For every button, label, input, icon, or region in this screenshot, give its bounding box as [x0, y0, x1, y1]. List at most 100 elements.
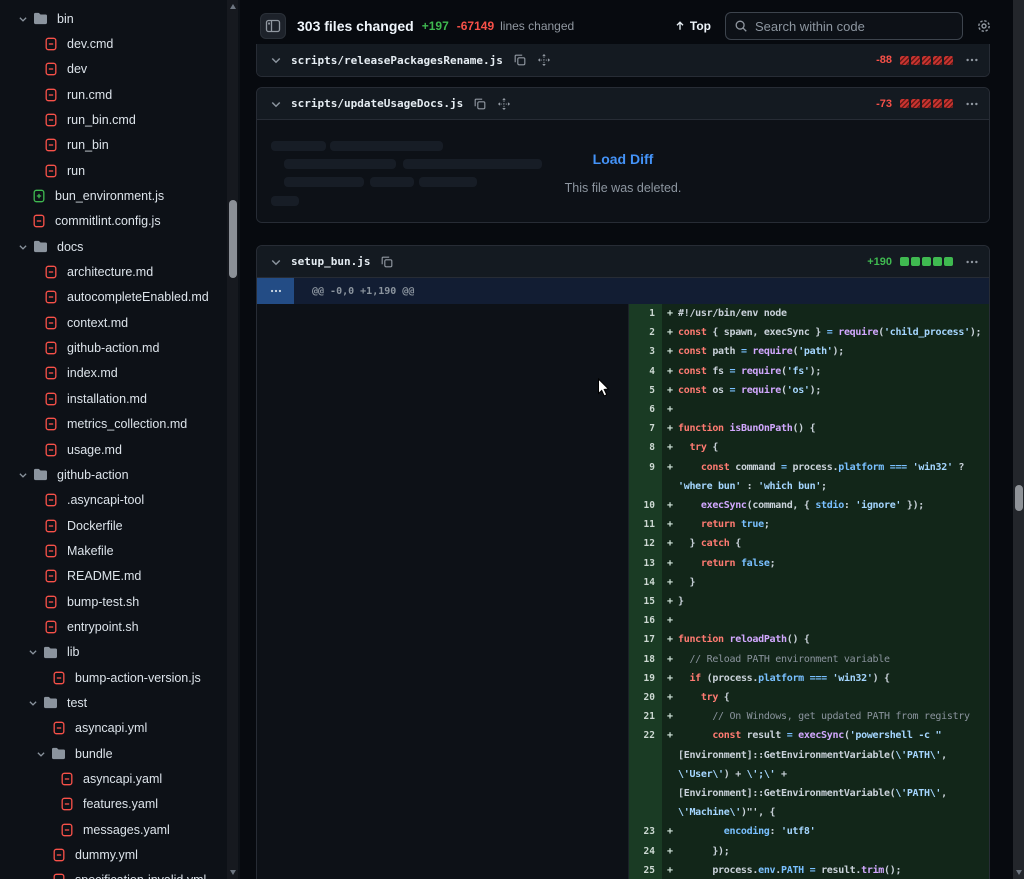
file-name[interactable]: setup_bun.js	[291, 255, 370, 268]
sidebar-scrollbar[interactable]	[227, 0, 238, 879]
addition-marker: +	[662, 630, 678, 649]
search-input[interactable]	[755, 19, 935, 34]
tree-file-item[interactable]: run	[0, 158, 240, 183]
line-number[interactable]: 2	[629, 323, 662, 342]
line-number[interactable]: 5	[629, 381, 662, 400]
line-number[interactable]: 25	[629, 861, 662, 879]
tree-file-item[interactable]: github-action.md	[0, 335, 240, 360]
line-number[interactable]: 22	[629, 726, 662, 822]
tree-file-item[interactable]: bump-test.sh	[0, 589, 240, 614]
tree-file-item[interactable]: entrypoint.sh	[0, 614, 240, 639]
tree-file-item[interactable]: specification-invalid.yml	[0, 868, 240, 879]
tree-file-item[interactable]: context.md	[0, 310, 240, 335]
tree-file-item[interactable]: run_bin	[0, 133, 240, 158]
line-number[interactable]: 12	[629, 534, 662, 553]
tree-folder-item[interactable]: bin	[0, 6, 240, 31]
tree-folder-item[interactable]: lib	[0, 640, 240, 665]
tree-file-item[interactable]: features.yaml	[0, 792, 240, 817]
file-header[interactable]: scripts/releasePackagesRename.js -88	[257, 44, 989, 76]
line-number[interactable]: 7	[629, 419, 662, 438]
file-options-button[interactable]	[965, 255, 979, 269]
line-number[interactable]: 4	[629, 362, 662, 381]
diffstat-block	[933, 56, 942, 65]
scroll-down-arrow-icon[interactable]	[230, 870, 236, 875]
expand-hunk-button[interactable]	[257, 278, 294, 304]
line-number[interactable]: 21	[629, 707, 662, 726]
addition-marker: +	[662, 419, 678, 438]
collapse-button[interactable]	[267, 95, 285, 113]
scroll-to-top-button[interactable]: Top	[674, 19, 711, 33]
line-number[interactable]: 16	[629, 611, 662, 630]
line-number[interactable]: 15	[629, 592, 662, 611]
copy-path-button[interactable]	[380, 255, 394, 269]
tree-file-item[interactable]: index.md	[0, 361, 240, 386]
tree-file-item[interactable]: dev.cmd	[0, 31, 240, 56]
line-number[interactable]: 24	[629, 842, 662, 861]
tree-folder-item[interactable]: docs	[0, 234, 240, 259]
tree-file-item[interactable]: usage.md	[0, 437, 240, 462]
collapse-button[interactable]	[267, 253, 285, 271]
tree-file-item[interactable]: asyncapi.yml	[0, 716, 240, 741]
line-number[interactable]: 10	[629, 496, 662, 515]
page-scrollbar[interactable]	[1013, 0, 1024, 879]
tree-folder-item[interactable]: github-action	[0, 462, 240, 487]
line-number[interactable]: 11	[629, 515, 662, 534]
tree-file-item[interactable]: asyncapi.yaml	[0, 766, 240, 791]
file-header[interactable]: setup_bun.js +190	[257, 246, 989, 278]
line-number[interactable]: 20	[629, 688, 662, 707]
file-deleted-icon	[32, 214, 46, 228]
line-number[interactable]: 18	[629, 650, 662, 669]
file-deleted-icon	[44, 62, 58, 76]
file-options-button[interactable]	[965, 53, 979, 67]
search-within-code-box[interactable]	[725, 12, 963, 40]
scroll-up-arrow-icon[interactable]	[230, 4, 236, 9]
tree-file-item[interactable]: bump-action-version.js	[0, 665, 240, 690]
drag-handle[interactable]	[497, 97, 511, 111]
settings-button[interactable]	[976, 18, 992, 34]
added-code-line: 22+ const result = execSync('powershell …	[629, 726, 989, 822]
collapse-button[interactable]	[267, 51, 285, 69]
tree-file-item[interactable]: autocompleteEnabled.md	[0, 285, 240, 310]
tree-file-item[interactable]: .asyncapi-tool	[0, 488, 240, 513]
tree-file-item[interactable]: Dockerfile	[0, 513, 240, 538]
tree-file-item[interactable]: Makefile	[0, 538, 240, 563]
file-tree-toggle-button[interactable]	[260, 13, 286, 39]
tree-file-item[interactable]: architecture.md	[0, 259, 240, 284]
copy-path-button[interactable]	[513, 53, 527, 67]
tree-file-item[interactable]: commitlint.config.js	[0, 209, 240, 234]
load-diff-button[interactable]: Load Diff	[593, 151, 654, 167]
line-number[interactable]: 9	[629, 458, 662, 496]
tree-file-item[interactable]: messages.yaml	[0, 817, 240, 842]
line-number[interactable]: 1	[629, 304, 662, 323]
tree-item-label: Dockerfile	[67, 519, 123, 533]
diffstat-block	[933, 99, 942, 108]
tree-folder-item[interactable]: test	[0, 690, 240, 715]
line-number[interactable]: 3	[629, 342, 662, 361]
tree-folder-item[interactable]: bundle	[0, 741, 240, 766]
drag-handle[interactable]	[537, 53, 551, 67]
page-scrollbar-thumb[interactable]	[1015, 485, 1023, 511]
file-name[interactable]: scripts/updateUsageDocs.js	[291, 97, 463, 110]
line-number[interactable]: 13	[629, 554, 662, 573]
line-number[interactable]: 23	[629, 822, 662, 841]
copy-path-button[interactable]	[473, 97, 487, 111]
file-header[interactable]: scripts/updateUsageDocs.js -73	[257, 88, 989, 120]
sidebar-scrollbar-thumb[interactable]	[229, 200, 237, 278]
tree-file-item[interactable]: run_bin.cmd	[0, 107, 240, 132]
diffstat-block	[944, 257, 953, 266]
tree-file-item[interactable]: README.md	[0, 564, 240, 589]
tree-file-item[interactable]: metrics_collection.md	[0, 412, 240, 437]
tree-file-item[interactable]: bun_environment.js	[0, 183, 240, 208]
scroll-down-arrow-icon[interactable]	[1016, 870, 1022, 875]
tree-file-item[interactable]: installation.md	[0, 386, 240, 411]
line-number[interactable]: 14	[629, 573, 662, 592]
tree-file-item[interactable]: dummy.yml	[0, 842, 240, 867]
tree-file-item[interactable]: run.cmd	[0, 82, 240, 107]
line-number[interactable]: 8	[629, 438, 662, 457]
line-number[interactable]: 19	[629, 669, 662, 688]
line-number[interactable]: 17	[629, 630, 662, 649]
tree-file-item[interactable]: dev	[0, 57, 240, 82]
line-number[interactable]: 6	[629, 400, 662, 419]
file-options-button[interactable]	[965, 97, 979, 111]
file-name[interactable]: scripts/releasePackagesRename.js	[291, 54, 503, 67]
